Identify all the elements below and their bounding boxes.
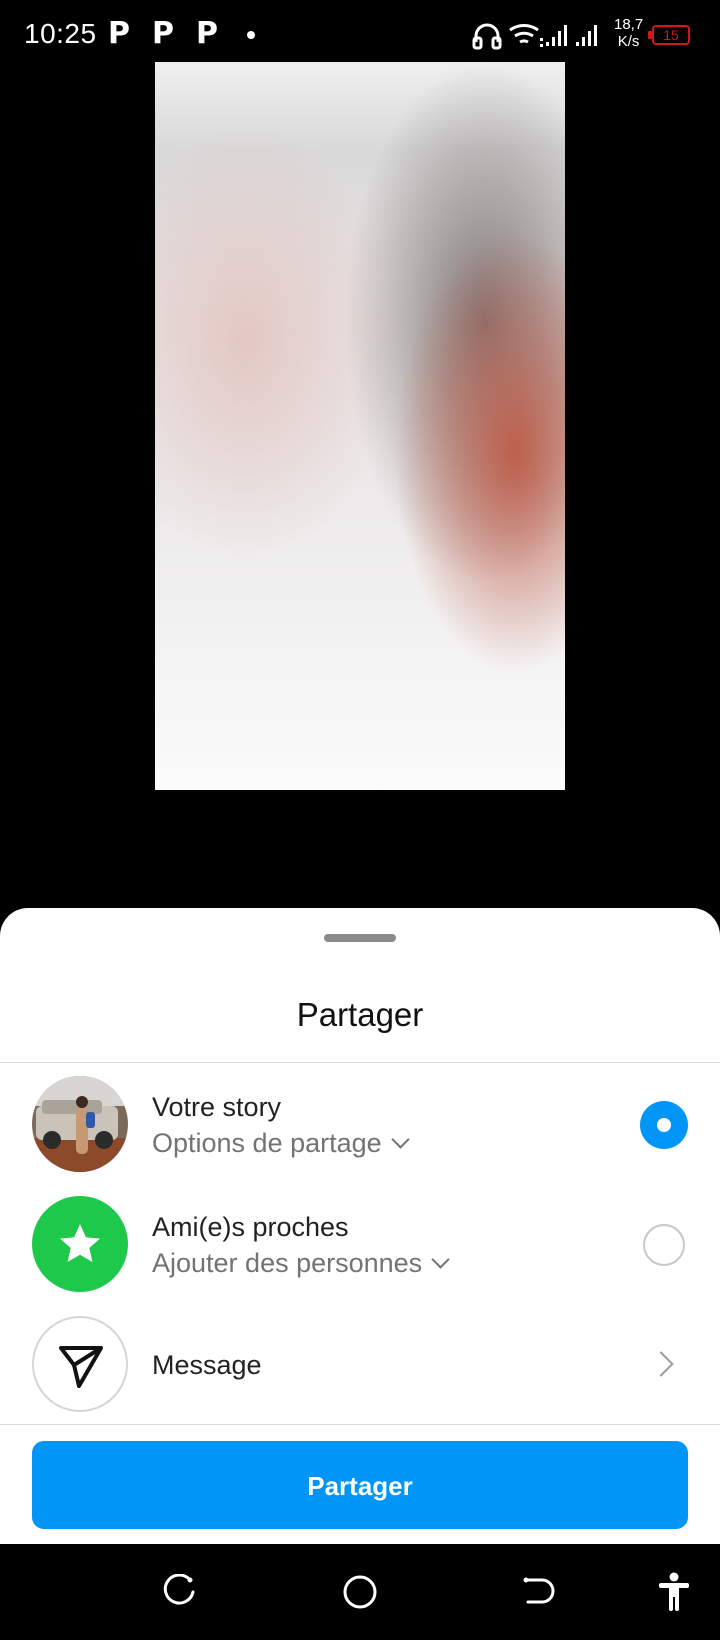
share-option-message[interactable]: Message (0, 1306, 720, 1416)
radio-button-selected[interactable] (640, 1101, 688, 1149)
sheet-title: Partager (296, 996, 424, 1033)
close-friends-avatar (32, 1196, 128, 1292)
home-icon[interactable] (342, 1574, 378, 1610)
chevron-right-icon (648, 1351, 674, 1377)
more-notifications-dot (247, 31, 255, 39)
divider (0, 1424, 720, 1425)
notification-icon: P (152, 16, 174, 51)
option-title: Message (152, 1350, 262, 1380)
chevron-down-icon (390, 1130, 410, 1149)
notification-icon: P (108, 16, 130, 51)
status-bar: 10:25 P P P 18,7 K/s 15 (0, 0, 720, 66)
radio-button-unselected[interactable] (643, 1224, 685, 1266)
sharing-options-dropdown[interactable]: Options de partage (152, 1128, 410, 1159)
back-icon[interactable] (522, 1574, 556, 1608)
recent-apps-icon[interactable] (162, 1574, 196, 1608)
chevron-down-icon (431, 1250, 450, 1269)
avatar (32, 1076, 128, 1172)
option-title: Votre story (152, 1092, 282, 1122)
option-title: Ami(e)s proches (152, 1212, 349, 1242)
signal-icon (546, 25, 597, 46)
share-bottom-sheet: Partager Votre story Options de partage (0, 908, 720, 1544)
share-option-close-friends[interactable]: Ami(e)s proches Ajouter des personnes (0, 1186, 720, 1296)
status-time: 10:25 (24, 18, 97, 49)
option-subtitle: Options de partage (152, 1128, 382, 1158)
drag-handle[interactable] (324, 934, 396, 942)
story-preview-image (155, 62, 565, 790)
divider (0, 1062, 720, 1063)
share-button[interactable]: Partager (32, 1441, 688, 1529)
star-icon (60, 1224, 100, 1262)
message-avatar (32, 1316, 128, 1412)
accessibility-icon[interactable] (657, 1572, 691, 1612)
option-subtitle: Ajouter des personnes (152, 1248, 423, 1278)
notification-icon: P (196, 16, 218, 51)
paper-plane-icon (59, 1346, 103, 1388)
share-option-your-story[interactable]: Votre story Options de partage (0, 1066, 720, 1176)
add-people-dropdown[interactable]: Ajouter des personnes (152, 1248, 450, 1279)
battery-icon: 15 (648, 25, 690, 45)
navigation-bar (0, 1544, 720, 1640)
headphones-icon (472, 23, 502, 50)
wifi-icon (509, 23, 543, 47)
network-speed: 18,7 K/s (614, 16, 644, 50)
